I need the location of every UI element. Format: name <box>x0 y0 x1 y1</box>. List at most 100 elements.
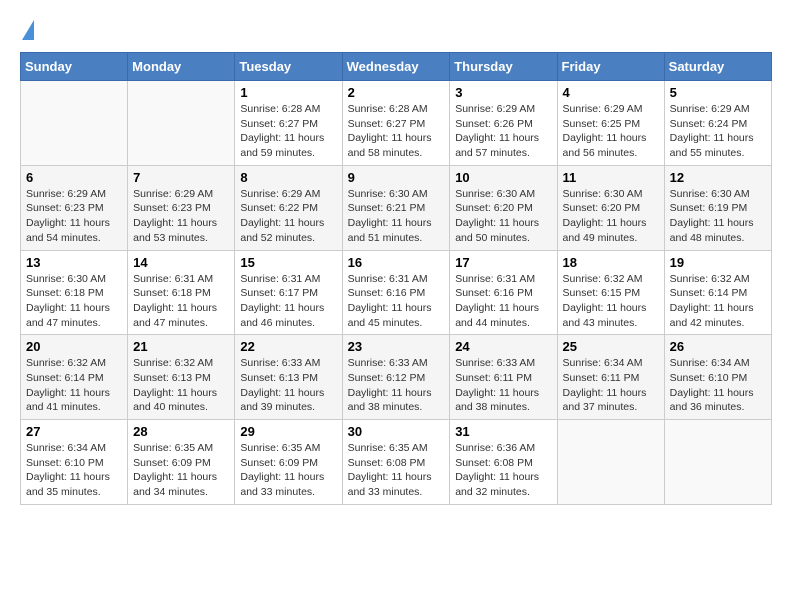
day-info: Sunrise: 6:29 AM Sunset: 6:22 PM Dayligh… <box>240 187 336 246</box>
day-number: 11 <box>563 170 659 185</box>
calendar-cell: 14 Sunrise: 6:31 AM Sunset: 6:18 PM Dayli… <box>128 250 235 335</box>
day-number: 4 <box>563 85 659 100</box>
day-number: 26 <box>670 339 766 354</box>
calendar-cell: 19 Sunrise: 6:32 AM Sunset: 6:14 PM Dayli… <box>664 250 771 335</box>
day-number: 29 <box>240 424 336 439</box>
calendar-cell: 8Sunrise: 6:29 AM Sunset: 6:22 PM Daylig… <box>235 165 342 250</box>
calendar-day-header: Sunday <box>21 53 128 81</box>
day-info: Sunrise: 6:33 AM Sunset: 6:13 PM Dayligh… <box>240 356 336 415</box>
calendar-week-row: 6 Sunrise: 6:29 AM Sunset: 6:23 PM Daylig… <box>21 165 772 250</box>
day-info: Sunrise: 6:31 AM Sunset: 6:18 PM Dayligh… <box>133 272 229 331</box>
calendar-cell: 10Sunrise: 6:30 AM Sunset: 6:20 PM Dayli… <box>450 165 557 250</box>
day-info: Sunrise: 6:32 AM Sunset: 6:14 PM Dayligh… <box>670 272 766 331</box>
day-info: Sunrise: 6:31 AM Sunset: 6:17 PM Dayligh… <box>240 272 336 331</box>
day-number: 25 <box>563 339 659 354</box>
calendar-cell: 18 Sunrise: 6:32 AM Sunset: 6:15 PM Dayli… <box>557 250 664 335</box>
logo <box>20 20 34 42</box>
calendar-cell: 28 Sunrise: 6:35 AM Sunset: 6:09 PM Dayli… <box>128 420 235 505</box>
day-number: 13 <box>26 255 122 270</box>
day-number: 31 <box>455 424 551 439</box>
calendar-cell: 6 Sunrise: 6:29 AM Sunset: 6:23 PM Daylig… <box>21 165 128 250</box>
calendar-cell: 11 Sunrise: 6:30 AM Sunset: 6:20 PM Dayli… <box>557 165 664 250</box>
day-info: Sunrise: 6:33 AM Sunset: 6:11 PM Dayligh… <box>455 356 551 415</box>
calendar-table: SundayMondayTuesdayWednesdayThursdayFrid… <box>20 52 772 505</box>
day-number: 9 <box>348 170 445 185</box>
calendar-cell: 29 Sunrise: 6:35 AM Sunset: 6:09 PM Dayli… <box>235 420 342 505</box>
calendar-week-row: 20Sunrise: 6:32 AM Sunset: 6:14 PM Dayli… <box>21 335 772 420</box>
day-info: Sunrise: 6:35 AM Sunset: 6:09 PM Dayligh… <box>240 441 336 500</box>
calendar-cell: 5Sunrise: 6:29 AM Sunset: 6:24 PM Daylig… <box>664 81 771 166</box>
day-info: Sunrise: 6:28 AM Sunset: 6:27 PM Dayligh… <box>240 102 336 161</box>
day-info: Sunrise: 6:32 AM Sunset: 6:14 PM Dayligh… <box>26 356 122 415</box>
day-number: 12 <box>670 170 766 185</box>
day-info: Sunrise: 6:33 AM Sunset: 6:12 PM Dayligh… <box>348 356 445 415</box>
day-info: Sunrise: 6:34 AM Sunset: 6:10 PM Dayligh… <box>670 356 766 415</box>
page-header <box>20 20 772 42</box>
calendar-week-row: 1 Sunrise: 6:28 AM Sunset: 6:27 PM Daylig… <box>21 81 772 166</box>
calendar-day-header: Friday <box>557 53 664 81</box>
day-info: Sunrise: 6:29 AM Sunset: 6:23 PM Dayligh… <box>26 187 122 246</box>
calendar-cell: 4 Sunrise: 6:29 AM Sunset: 6:25 PM Daylig… <box>557 81 664 166</box>
logo-triangle-icon <box>22 20 34 40</box>
calendar-cell: 13 Sunrise: 6:30 AM Sunset: 6:18 PM Dayli… <box>21 250 128 335</box>
day-number: 24 <box>455 339 551 354</box>
calendar-cell: 2 Sunrise: 6:28 AM Sunset: 6:27 PM Daylig… <box>342 81 450 166</box>
day-info: Sunrise: 6:35 AM Sunset: 6:08 PM Dayligh… <box>348 441 445 500</box>
calendar-cell: 30 Sunrise: 6:35 AM Sunset: 6:08 PM Dayli… <box>342 420 450 505</box>
calendar-week-row: 27 Sunrise: 6:34 AM Sunset: 6:10 PM Dayli… <box>21 420 772 505</box>
day-info: Sunrise: 6:32 AM Sunset: 6:13 PM Dayligh… <box>133 356 229 415</box>
day-info: Sunrise: 6:31 AM Sunset: 6:16 PM Dayligh… <box>348 272 445 331</box>
day-number: 3 <box>455 85 551 100</box>
calendar-day-header: Saturday <box>664 53 771 81</box>
calendar-day-header: Thursday <box>450 53 557 81</box>
calendar-cell: 17 Sunrise: 6:31 AM Sunset: 6:16 PM Dayli… <box>450 250 557 335</box>
calendar-cell: 16Sunrise: 6:31 AM Sunset: 6:16 PM Dayli… <box>342 250 450 335</box>
day-info: Sunrise: 6:34 AM Sunset: 6:10 PM Dayligh… <box>26 441 122 500</box>
day-number: 27 <box>26 424 122 439</box>
calendar-cell: 25 Sunrise: 6:34 AM Sunset: 6:11 PM Dayli… <box>557 335 664 420</box>
day-info: Sunrise: 6:31 AM Sunset: 6:16 PM Dayligh… <box>455 272 551 331</box>
day-info: Sunrise: 6:35 AM Sunset: 6:09 PM Dayligh… <box>133 441 229 500</box>
day-info: Sunrise: 6:36 AM Sunset: 6:08 PM Dayligh… <box>455 441 551 500</box>
calendar-cell: 12Sunrise: 6:30 AM Sunset: 6:19 PM Dayli… <box>664 165 771 250</box>
calendar-cell: 27 Sunrise: 6:34 AM Sunset: 6:10 PM Dayli… <box>21 420 128 505</box>
day-info: Sunrise: 6:29 AM Sunset: 6:25 PM Dayligh… <box>563 102 659 161</box>
calendar-cell: 15 Sunrise: 6:31 AM Sunset: 6:17 PM Dayli… <box>235 250 342 335</box>
day-number: 21 <box>133 339 229 354</box>
calendar-cell: 21 Sunrise: 6:32 AM Sunset: 6:13 PM Dayli… <box>128 335 235 420</box>
day-info: Sunrise: 6:30 AM Sunset: 6:20 PM Dayligh… <box>455 187 551 246</box>
calendar-week-row: 13 Sunrise: 6:30 AM Sunset: 6:18 PM Dayli… <box>21 250 772 335</box>
calendar-cell: 7 Sunrise: 6:29 AM Sunset: 6:23 PM Daylig… <box>128 165 235 250</box>
calendar-body: 1 Sunrise: 6:28 AM Sunset: 6:27 PM Daylig… <box>21 81 772 505</box>
calendar-cell <box>557 420 664 505</box>
calendar-cell: 26 Sunrise: 6:34 AM Sunset: 6:10 PM Dayli… <box>664 335 771 420</box>
day-number: 18 <box>563 255 659 270</box>
calendar-cell <box>128 81 235 166</box>
day-info: Sunrise: 6:29 AM Sunset: 6:24 PM Dayligh… <box>670 102 766 161</box>
day-number: 1 <box>240 85 336 100</box>
day-number: 30 <box>348 424 445 439</box>
day-info: Sunrise: 6:30 AM Sunset: 6:20 PM Dayligh… <box>563 187 659 246</box>
day-number: 7 <box>133 170 229 185</box>
day-info: Sunrise: 6:32 AM Sunset: 6:15 PM Dayligh… <box>563 272 659 331</box>
calendar-cell: 31 Sunrise: 6:36 AM Sunset: 6:08 PM Dayli… <box>450 420 557 505</box>
day-info: Sunrise: 6:29 AM Sunset: 6:26 PM Dayligh… <box>455 102 551 161</box>
calendar-cell: 23 Sunrise: 6:33 AM Sunset: 6:12 PM Dayli… <box>342 335 450 420</box>
calendar-header-row: SundayMondayTuesdayWednesdayThursdayFrid… <box>21 53 772 81</box>
day-number: 17 <box>455 255 551 270</box>
calendar-cell <box>21 81 128 166</box>
day-number: 2 <box>348 85 445 100</box>
calendar-cell: 3 Sunrise: 6:29 AM Sunset: 6:26 PM Daylig… <box>450 81 557 166</box>
day-info: Sunrise: 6:30 AM Sunset: 6:18 PM Dayligh… <box>26 272 122 331</box>
day-number: 19 <box>670 255 766 270</box>
day-number: 6 <box>26 170 122 185</box>
day-info: Sunrise: 6:29 AM Sunset: 6:23 PM Dayligh… <box>133 187 229 246</box>
day-info: Sunrise: 6:28 AM Sunset: 6:27 PM Dayligh… <box>348 102 445 161</box>
day-info: Sunrise: 6:30 AM Sunset: 6:21 PM Dayligh… <box>348 187 445 246</box>
day-number: 28 <box>133 424 229 439</box>
day-number: 15 <box>240 255 336 270</box>
calendar-day-header: Wednesday <box>342 53 450 81</box>
day-number: 23 <box>348 339 445 354</box>
day-info: Sunrise: 6:34 AM Sunset: 6:11 PM Dayligh… <box>563 356 659 415</box>
day-number: 14 <box>133 255 229 270</box>
